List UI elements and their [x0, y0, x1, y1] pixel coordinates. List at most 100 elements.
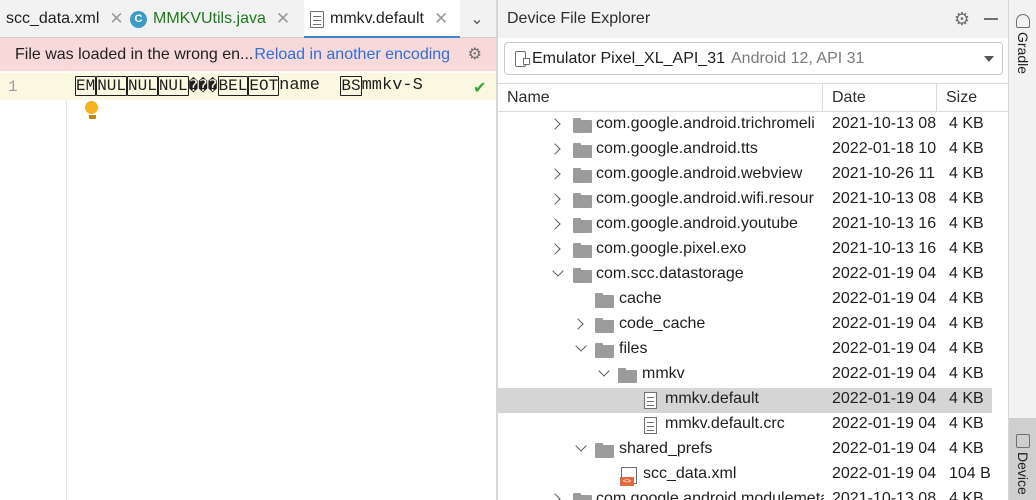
row-name: com.google.android.wifi.resour: [596, 190, 814, 207]
tree-row[interactable]: cache 2022-01-19 04 4 KB: [498, 288, 992, 313]
gradle-icon: [1016, 14, 1030, 28]
row-date: 2021-10-13 16: [832, 240, 937, 257]
code-line[interactable]: EM NUL NUL NUL ��� BEL EOT name BS mmkv-…: [75, 76, 423, 96]
row-size: 4 KB: [949, 440, 984, 457]
tab-label: MMKVUtils.java: [153, 10, 266, 27]
device-file-explorer-panel: Device File Explorer ⚙ Emulator Pixel_XL…: [498, 0, 1008, 500]
close-icon[interactable]: ✕: [109, 9, 123, 29]
row-date: 2022-01-19 04: [832, 390, 937, 407]
tab-label: scc_data.xml: [6, 10, 100, 27]
row-size: 4 KB: [949, 115, 984, 132]
folder-icon: [595, 443, 614, 458]
row-date: 2022-01-19 04: [832, 465, 937, 482]
tab-mmkvutils-java[interactable]: C MMKVUtils.java ✕: [124, 0, 302, 38]
tab-mmkv-default[interactable]: mmkv.default ✕: [304, 0, 460, 39]
chevron-right-icon[interactable]: [549, 143, 561, 155]
tree-row[interactable]: com.google.android.modulemetadata 2021-1…: [498, 488, 992, 500]
panel-header: Device File Explorer ⚙: [498, 0, 1008, 38]
chevron-right-icon[interactable]: [549, 218, 561, 230]
line-number: 1: [8, 78, 18, 96]
row-size: 4 KB: [949, 365, 984, 382]
tab-label: mmkv.default: [330, 10, 424, 27]
tree-row[interactable]: com.google.android.trichromeli 2021-10-1…: [498, 113, 992, 138]
tree-row[interactable]: mmkv.default.crc 2022-01-19 04 4 KB: [498, 413, 992, 438]
device-file-explorer-tool-button[interactable]: Device: [1009, 418, 1036, 500]
chevron-right-icon[interactable]: [549, 193, 561, 205]
check-icon[interactable]: ✔: [473, 78, 486, 98]
chevron-right-icon[interactable]: [549, 118, 561, 130]
row-date: 2022-01-19 04: [832, 340, 937, 357]
row-name: files: [619, 340, 648, 357]
chevron-down-icon[interactable]: [552, 265, 564, 277]
tree-row[interactable]: com.scc.datastorage 2022-01-19 04 4 KB: [498, 263, 992, 288]
row-date: 2022-01-19 04: [832, 265, 937, 282]
chevron-right-icon[interactable]: [549, 493, 561, 500]
tree-row[interactable]: com.google.android.webview 2021-10-26 11…: [498, 163, 992, 188]
chevron-right-icon[interactable]: [572, 318, 584, 330]
tree-row[interactable]: shared_prefs 2022-01-19 04 4 KB: [498, 438, 992, 463]
tree-row[interactable]: files 2022-01-19 04 4 KB: [498, 338, 992, 363]
tree-row[interactable]: com.google.android.wifi.resour 2021-10-1…: [498, 188, 992, 213]
chevron-right-icon[interactable]: [549, 243, 561, 255]
java-class-icon: C: [130, 10, 147, 28]
gradle-tool-button[interactable]: Gradle: [1009, 14, 1036, 74]
device-name: Emulator Pixel_XL_API_31: [532, 49, 725, 67]
code-text: name: [279, 76, 341, 95]
folder-icon: [573, 218, 592, 233]
minimize-icon[interactable]: [984, 18, 998, 20]
row-size: 4 KB: [949, 290, 984, 307]
tree-row[interactable]: com.google.android.youtube 2021-10-13 16…: [498, 213, 992, 238]
close-icon[interactable]: ✕: [434, 9, 448, 29]
row-name: com.google.android.tts: [596, 140, 758, 157]
row-date: 2022-01-19 04: [832, 290, 937, 307]
tree-row[interactable]: scc_data.xml 2022-01-19 04 104 B: [498, 463, 992, 488]
device-icon: [1016, 434, 1030, 448]
text-file-icon: [310, 10, 324, 28]
row-name: shared_prefs: [619, 440, 713, 457]
tree-row[interactable]: code_cache 2022-01-19 04 4 KB: [498, 313, 992, 338]
column-header-date[interactable]: Date: [823, 84, 937, 112]
editor-area: scc_data.xml ✕ C MMKVUtils.java ✕ mmkv.d…: [0, 0, 496, 500]
folder-icon: [573, 118, 592, 133]
close-icon[interactable]: ✕: [276, 9, 290, 29]
warning-text: File was loaded in the wrong en...: [15, 45, 254, 63]
folder-icon: [573, 193, 592, 208]
control-char: BS: [340, 76, 362, 96]
chevron-down-icon[interactable]: [575, 340, 587, 352]
row-size: 4 KB: [949, 140, 984, 157]
folder-icon: [595, 343, 614, 358]
folder-icon: [573, 268, 592, 283]
row-name: mmkv.default.crc: [665, 415, 785, 432]
editor-tab-bar: scc_data.xml ✕ C MMKVUtils.java ✕ mmkv.d…: [0, 0, 496, 39]
column-header-name[interactable]: Name: [498, 84, 823, 112]
gear-icon[interactable]: ⚙: [468, 44, 482, 64]
text-file-icon: [644, 417, 657, 434]
tree-row[interactable]: mmkv 2022-01-19 04 4 KB: [498, 363, 992, 388]
folder-icon: [595, 293, 614, 308]
line-gutter: [0, 71, 67, 500]
chevron-down-icon[interactable]: [575, 440, 587, 452]
file-tree: com.google.android.trichromeli 2021-10-1…: [498, 112, 992, 500]
tab-scc-data-xml[interactable]: scc_data.xml ✕: [0, 0, 124, 38]
gear-icon[interactable]: ⚙: [954, 9, 970, 30]
row-date: 2022-01-19 04: [832, 365, 937, 382]
encoding-warning-bar: File was loaded in the wrong en... Reloa…: [0, 38, 496, 71]
tree-row[interactable]: com.google.android.tts 2022-01-18 10 4 K…: [498, 138, 992, 163]
chevron-down-icon[interactable]: [598, 365, 610, 377]
row-date: 2021-10-13 08: [832, 190, 937, 207]
control-char: NUL: [96, 76, 128, 96]
lightbulb-icon[interactable]: [85, 101, 99, 119]
chevron-right-icon[interactable]: [549, 168, 561, 180]
row-size: 4 KB: [949, 390, 984, 407]
column-header-size[interactable]: Size: [937, 84, 993, 112]
row-size: 4 KB: [949, 490, 984, 500]
tree-row[interactable]: com.google.pixel.exo 2021-10-13 16 4 KB: [498, 238, 992, 263]
reload-encoding-link[interactable]: Reload in another encoding: [254, 46, 450, 64]
tab-overflow-chevron-icon[interactable]: ⌄: [458, 0, 496, 38]
row-name: cache: [619, 290, 662, 307]
tree-row-selected[interactable]: mmkv.default 2022-01-19 04 4 KB: [498, 388, 992, 413]
device-select[interactable]: Emulator Pixel_XL_API_31 Android 12, API…: [504, 42, 1003, 75]
text-file-icon: [644, 392, 657, 409]
row-name: com.google.android.youtube: [596, 215, 798, 232]
row-name: mmkv.default: [665, 390, 759, 407]
